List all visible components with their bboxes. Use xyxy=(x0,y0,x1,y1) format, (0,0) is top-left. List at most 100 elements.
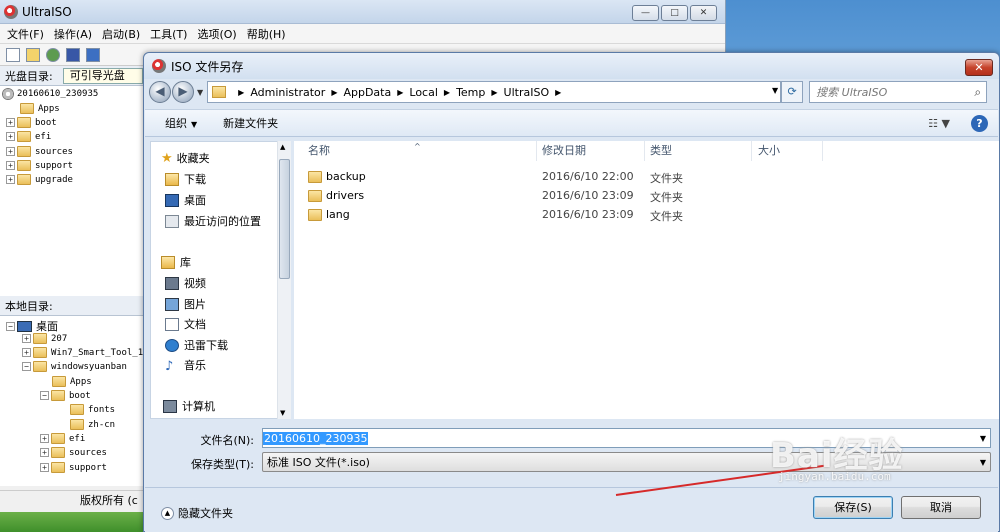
hide-folders-toggle[interactable]: ▲ 隐藏文件夹 xyxy=(161,505,233,521)
tree-node-win7[interactable]: + Win7_Smart_Tool_1 xyxy=(22,347,143,358)
chevron-right-icon[interactable]: ▶ xyxy=(491,88,497,97)
expand-icon[interactable]: + xyxy=(22,334,31,343)
tree-node-fonts[interactable]: fonts xyxy=(70,404,115,415)
tree-node-207[interactable]: +207 xyxy=(22,333,67,344)
tree-node-apps[interactable]: Apps xyxy=(20,103,60,114)
chevron-right-icon[interactable]: ▶ xyxy=(555,88,561,97)
column-size[interactable]: 大小 xyxy=(758,141,780,161)
collapse-icon[interactable]: − xyxy=(40,391,49,400)
tree-node-upgrade[interactable]: + upgrade xyxy=(6,174,73,185)
maximize-button[interactable]: □ xyxy=(661,5,688,21)
nav-scrollbar[interactable]: ▲ ▼ xyxy=(277,141,291,419)
column-name[interactable]: 名称 xyxy=(308,141,330,161)
expand-icon[interactable]: + xyxy=(6,118,15,127)
cancel-button[interactable]: 取消 xyxy=(901,496,981,519)
menu-file[interactable]: 文件(F) xyxy=(2,26,49,42)
tree-node-local-apps[interactable]: Apps xyxy=(52,376,92,387)
column-type[interactable]: 类型 xyxy=(650,141,672,161)
nav-libraries[interactable]: 库 xyxy=(161,254,191,270)
forward-button[interactable]: ▶ xyxy=(172,81,194,103)
expand-icon[interactable]: + xyxy=(22,348,31,357)
collapse-icon[interactable]: − xyxy=(22,362,31,371)
close-button[interactable]: ✕ xyxy=(690,5,717,21)
nav-music[interactable]: ♪ 音乐 xyxy=(165,357,206,374)
tree-node-zhcn[interactable]: zh-cn xyxy=(70,419,115,430)
back-button[interactable]: ◀ xyxy=(149,81,171,103)
minimize-button[interactable]: — xyxy=(632,5,659,21)
expand-icon[interactable]: + xyxy=(40,434,49,443)
search-input[interactable]: 搜索 UltraISO ⌕ xyxy=(809,81,988,103)
refresh-button[interactable]: ⟳ xyxy=(781,81,804,103)
expand-icon[interactable]: + xyxy=(6,132,15,141)
dialog-titlebar[interactable]: ISO 文件另存 xyxy=(144,53,999,79)
chevron-down-icon[interactable]: ▼ xyxy=(980,458,986,467)
scroll-thumb[interactable] xyxy=(279,159,290,279)
nav-recent[interactable]: 最近访问的位置 xyxy=(165,213,261,229)
new-file-icon[interactable] xyxy=(6,47,20,62)
expand-icon[interactable]: + xyxy=(40,448,49,457)
menu-action[interactable]: 操作(A) xyxy=(49,26,97,42)
cd-dir-value[interactable]: 可引导光盘 xyxy=(62,67,143,84)
file-row[interactable]: lang xyxy=(308,205,350,224)
nav-pictures[interactable]: 图片 xyxy=(165,296,206,312)
tree-node-local-sources[interactable]: + sources xyxy=(40,447,107,458)
address-bar[interactable]: ▶ Administrator ▶ AppData ▶ Local ▶ Temp ▶ U… xyxy=(207,81,782,103)
new-folder-button[interactable]: 新建文件夹 xyxy=(223,115,278,131)
file-row[interactable]: drivers xyxy=(308,186,364,205)
tree-node-local-boot[interactable]: − boot xyxy=(40,390,91,401)
expand-icon[interactable]: + xyxy=(6,147,15,156)
view-options-icon[interactable]: ☷ ▼ xyxy=(928,117,950,130)
chevron-right-icon[interactable]: ▶ xyxy=(444,88,450,97)
save-icon[interactable] xyxy=(66,47,80,62)
chevron-right-icon[interactable]: ▶ xyxy=(397,88,403,97)
column-modified[interactable]: 修改日期 xyxy=(542,141,586,161)
tree-node-sources[interactable]: + sources xyxy=(6,146,73,157)
scroll-up-icon[interactable]: ▲ xyxy=(280,143,285,151)
expand-icon[interactable]: + xyxy=(6,175,15,184)
tree-node-support[interactable]: + support xyxy=(6,160,73,171)
breadcrumb-administrator[interactable]: Administrator ▶ xyxy=(250,86,343,99)
expand-icon[interactable]: + xyxy=(40,463,49,472)
tree-node-root[interactable]: 20160610_230935 xyxy=(2,88,98,100)
address-dropdown-icon[interactable]: ▼ xyxy=(772,86,778,95)
help-icon[interactable]: ? xyxy=(971,115,988,132)
nav-favorites[interactable]: ★ 收藏夹 xyxy=(161,150,210,166)
nav-videos[interactable]: 视频 xyxy=(165,275,206,291)
tree-node-efi[interactable]: + efi xyxy=(6,131,51,142)
save-button[interactable]: 保存(S) xyxy=(813,496,893,519)
column-divider[interactable] xyxy=(822,141,823,161)
nav-desktop[interactable]: 桌面 xyxy=(165,192,206,208)
menu-boot[interactable]: 启动(B) xyxy=(97,26,145,42)
dialog-close-button[interactable]: ✕ xyxy=(965,59,993,76)
nav-downloads[interactable]: 下载 xyxy=(165,171,206,187)
chevron-right-icon[interactable]: ▶ xyxy=(331,88,337,97)
history-dropdown-icon[interactable]: ▼ xyxy=(197,88,203,97)
menu-tools[interactable]: 工具(T) xyxy=(145,26,192,42)
nav-thunder[interactable]: 迅雷下载 xyxy=(165,337,228,353)
column-divider[interactable] xyxy=(536,141,537,161)
nav-computer[interactable]: 计算机 xyxy=(163,398,215,414)
chevron-down-icon[interactable]: ▼ xyxy=(980,434,986,443)
scroll-down-icon[interactable]: ▼ xyxy=(280,409,285,417)
tree-node-desktop[interactable]: − 桌面 xyxy=(6,318,58,334)
breadcrumb-local[interactable]: Local ▶ xyxy=(409,86,456,99)
breadcrumb-temp[interactable]: Temp ▶ xyxy=(456,86,503,99)
nav-documents[interactable]: 文档 xyxy=(165,316,206,332)
file-row[interactable]: backup xyxy=(308,167,366,186)
open-file-icon[interactable] xyxy=(26,47,40,62)
column-divider[interactable] xyxy=(751,141,752,161)
organize-button[interactable]: 组织 ▼ xyxy=(165,115,197,131)
menu-options[interactable]: 选项(O) xyxy=(192,26,241,42)
collapse-icon[interactable]: − xyxy=(6,321,15,331)
breadcrumb-appdata[interactable]: AppData ▶ xyxy=(343,86,409,99)
save-as-icon[interactable] xyxy=(86,47,100,62)
search-icon[interactable]: ⌕ xyxy=(974,85,981,100)
extract-icon[interactable] xyxy=(46,47,60,62)
expand-icon[interactable]: + xyxy=(6,161,15,170)
tree-node-local-support[interactable]: + support xyxy=(40,462,107,473)
menu-help[interactable]: 帮助(H) xyxy=(242,26,291,42)
ultraiso-titlebar[interactable]: UltraISO — □ ✕ xyxy=(0,0,725,24)
breadcrumb-ultraiso[interactable]: UltraISO ▶ xyxy=(504,86,568,99)
column-divider[interactable] xyxy=(644,141,645,161)
tree-node-local-efi[interactable]: + efi xyxy=(40,433,85,444)
